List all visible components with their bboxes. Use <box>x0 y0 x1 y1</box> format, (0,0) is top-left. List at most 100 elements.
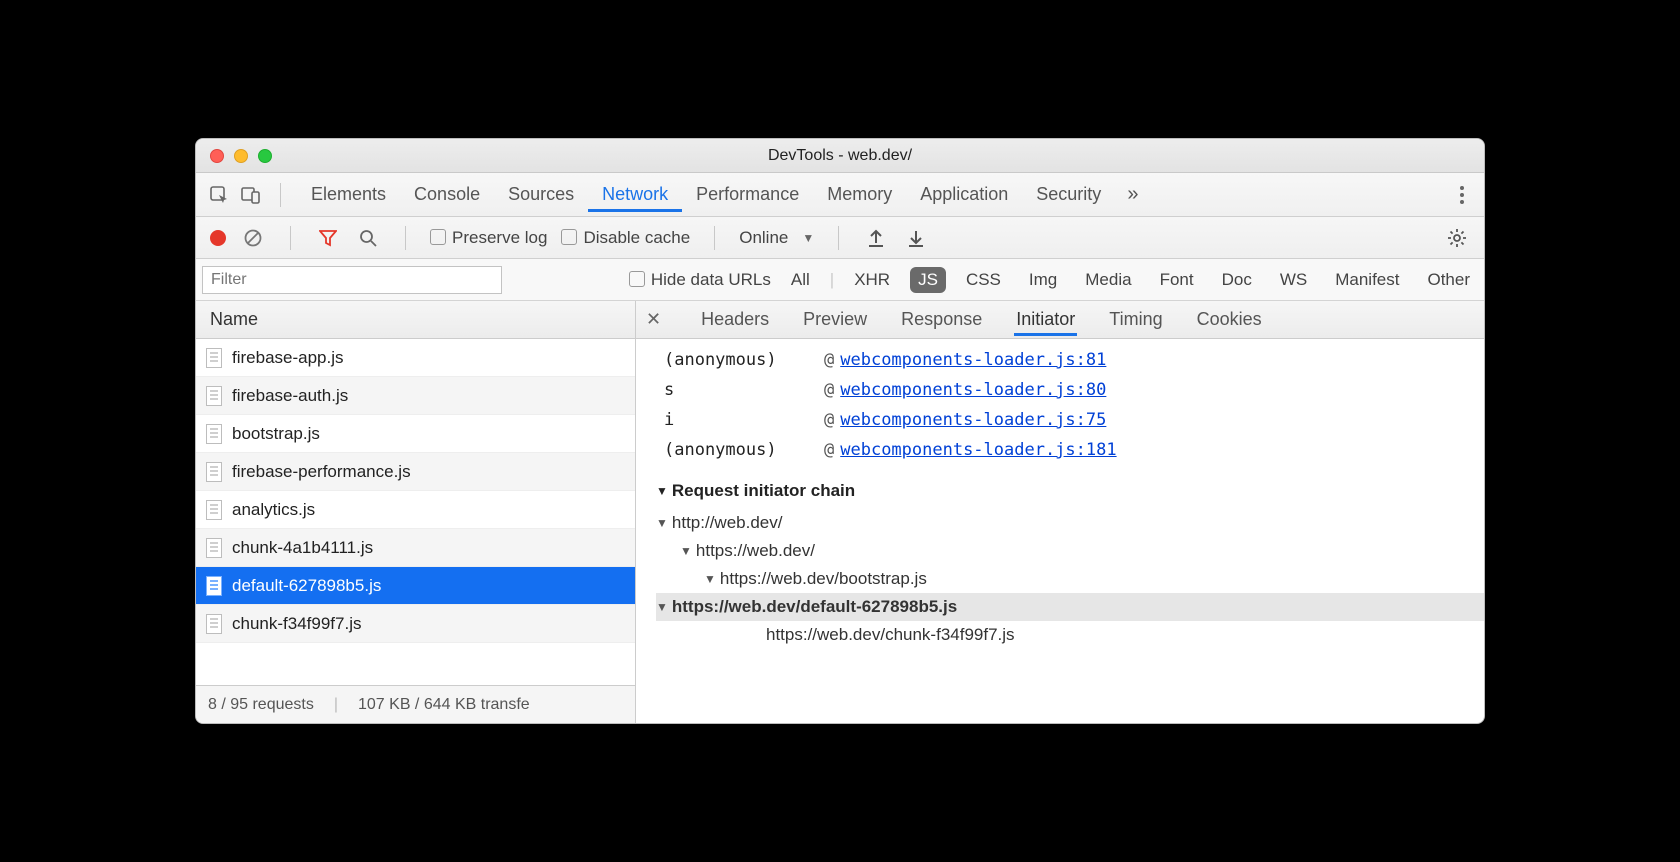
devtools-window: DevTools - web.dev/ ElementsConsoleSourc… <box>195 138 1485 724</box>
tab-application[interactable]: Application <box>906 176 1022 212</box>
tab-network[interactable]: Network <box>588 176 682 212</box>
request-name: firebase-performance.js <box>232 462 411 482</box>
request-row[interactable]: firebase-auth.js <box>196 377 635 415</box>
filter-type-font[interactable]: Font <box>1152 267 1202 293</box>
disable-cache-checkbox[interactable]: Disable cache <box>561 228 690 248</box>
filter-type-js[interactable]: JS <box>910 267 946 293</box>
request-name: firebase-app.js <box>232 348 344 368</box>
detail-tab-initiator[interactable]: Initiator <box>1014 303 1077 336</box>
filter-type-img[interactable]: Img <box>1021 267 1065 293</box>
stack-fn: (anonymous) <box>664 350 824 370</box>
hide-data-urls-checkbox[interactable]: Hide data URLs <box>629 270 771 290</box>
chain-node[interactable]: https://web.dev/chunk-f34f99f7.js <box>656 621 1484 649</box>
request-name: firebase-auth.js <box>232 386 348 406</box>
tab-sources[interactable]: Sources <box>494 176 588 212</box>
request-row[interactable]: analytics.js <box>196 491 635 529</box>
settings-gear-icon[interactable] <box>1444 225 1470 251</box>
detail-tab-cookies[interactable]: Cookies <box>1195 303 1264 336</box>
stack-link[interactable]: webcomponents-loader.js:75 <box>840 410 1106 430</box>
request-name: default-627898b5.js <box>232 576 381 596</box>
file-icon <box>206 614 222 634</box>
stack-link[interactable]: webcomponents-loader.js:81 <box>840 350 1106 370</box>
filter-type-doc[interactable]: Doc <box>1214 267 1260 293</box>
disclosure-icon: ▼ <box>704 572 716 586</box>
detail-tab-timing[interactable]: Timing <box>1107 303 1164 336</box>
panel-tabs: ElementsConsoleSourcesNetworkPerformance… <box>196 173 1484 217</box>
request-row[interactable]: firebase-performance.js <box>196 453 635 491</box>
file-icon <box>206 424 222 444</box>
chain-label: http://web.dev/ <box>672 513 783 533</box>
stack-link[interactable]: webcomponents-loader.js:181 <box>840 440 1116 460</box>
status-transfer: 107 KB / 644 KB transfe <box>358 696 530 714</box>
tab-performance[interactable]: Performance <box>682 176 813 212</box>
request-row[interactable]: chunk-f34f99f7.js <box>196 605 635 643</box>
device-toggle-icon[interactable] <box>238 182 264 208</box>
tab-console[interactable]: Console <box>400 176 494 212</box>
window-title: DevTools - web.dev/ <box>196 147 1484 165</box>
stack-fn: s <box>664 380 824 400</box>
clear-icon[interactable] <box>240 225 266 251</box>
detail-tab-response[interactable]: Response <box>899 303 984 336</box>
filter-type-xhr[interactable]: XHR <box>846 267 898 293</box>
more-tabs-icon[interactable]: » <box>1121 183 1144 206</box>
request-row[interactable]: bootstrap.js <box>196 415 635 453</box>
status-bar: 8 / 95 requests | 107 KB / 644 KB transf… <box>196 685 635 723</box>
initiator-chain-header[interactable]: ▼Request initiator chain <box>636 465 1484 507</box>
chain-node[interactable]: ▼ https://web.dev/ <box>656 537 1484 565</box>
inspect-icon[interactable] <box>206 182 232 208</box>
tab-security[interactable]: Security <box>1022 176 1115 212</box>
chain-node[interactable]: ▼http://web.dev/ <box>656 509 1484 537</box>
request-row[interactable]: firebase-app.js <box>196 339 635 377</box>
chain-node[interactable]: ▼ https://web.dev/bootstrap.js <box>656 565 1484 593</box>
detail-tabs: ✕ Headers Preview Response Initiator Timing C… <box>636 301 1484 339</box>
stack-fn: i <box>664 410 824 430</box>
disclosure-icon: ▼ <box>680 544 692 558</box>
request-list: Name firebase-app.js firebase-auth.js boot… <box>196 301 636 723</box>
detail-tab-headers[interactable]: Headers <box>699 303 771 336</box>
tab-memory[interactable]: Memory <box>813 176 906 212</box>
record-icon[interactable] <box>210 230 226 246</box>
request-row[interactable]: chunk-4a1b4111.js <box>196 529 635 567</box>
chain-label: https://web.dev/ <box>696 541 815 561</box>
file-icon <box>206 500 222 520</box>
filter-type-manifest[interactable]: Manifest <box>1327 267 1407 293</box>
file-icon <box>206 576 222 596</box>
request-name: bootstrap.js <box>232 424 320 444</box>
file-icon <box>206 462 222 482</box>
filter-type-ws[interactable]: WS <box>1272 267 1315 293</box>
tab-elements[interactable]: Elements <box>297 176 400 212</box>
request-name: chunk-f34f99f7.js <box>232 614 361 634</box>
titlebar: DevTools - web.dev/ <box>196 139 1484 173</box>
request-row[interactable]: default-627898b5.js <box>196 567 635 605</box>
close-detail-icon[interactable]: ✕ <box>646 309 669 330</box>
stack-frame: (anonymous)@webcomponents-loader.js:81 <box>664 345 1484 375</box>
preserve-log-checkbox[interactable]: Preserve log <box>430 228 547 248</box>
chain-node[interactable]: ▼ https://web.dev/default-627898b5.js <box>656 593 1484 621</box>
filter-type-media[interactable]: Media <box>1077 267 1139 293</box>
column-header-name[interactable]: Name <box>196 301 635 339</box>
filter-type-all[interactable]: All <box>783 267 818 293</box>
request-detail: ✕ Headers Preview Response Initiator Timing C… <box>636 301 1484 723</box>
stack-fn: (anonymous) <box>664 440 824 460</box>
detail-tab-preview[interactable]: Preview <box>801 303 869 336</box>
upload-har-icon[interactable] <box>863 225 889 251</box>
chain-label: https://web.dev/bootstrap.js <box>720 569 927 589</box>
disclosure-icon: ▼ <box>656 600 668 614</box>
filter-bar: Hide data URLs All|XHRJSCSSImgMediaFontD… <box>196 259 1484 301</box>
file-icon <box>206 386 222 406</box>
file-icon <box>206 348 222 368</box>
request-name: analytics.js <box>232 500 315 520</box>
stack-link[interactable]: webcomponents-loader.js:80 <box>840 380 1106 400</box>
download-har-icon[interactable] <box>903 225 929 251</box>
status-requests: 8 / 95 requests <box>208 696 314 714</box>
search-icon[interactable] <box>355 225 381 251</box>
chain-label: https://web.dev/chunk-f34f99f7.js <box>766 625 1015 645</box>
filter-input[interactable] <box>202 266 502 294</box>
filter-type-css[interactable]: CSS <box>958 267 1009 293</box>
chain-label: https://web.dev/default-627898b5.js <box>672 597 957 617</box>
throttling-select[interactable]: Online▼ <box>739 228 814 248</box>
filter-type-other[interactable]: Other <box>1419 267 1478 293</box>
kebab-menu-icon[interactable] <box>1450 186 1474 204</box>
filter-icon[interactable] <box>315 225 341 251</box>
file-icon <box>206 538 222 558</box>
